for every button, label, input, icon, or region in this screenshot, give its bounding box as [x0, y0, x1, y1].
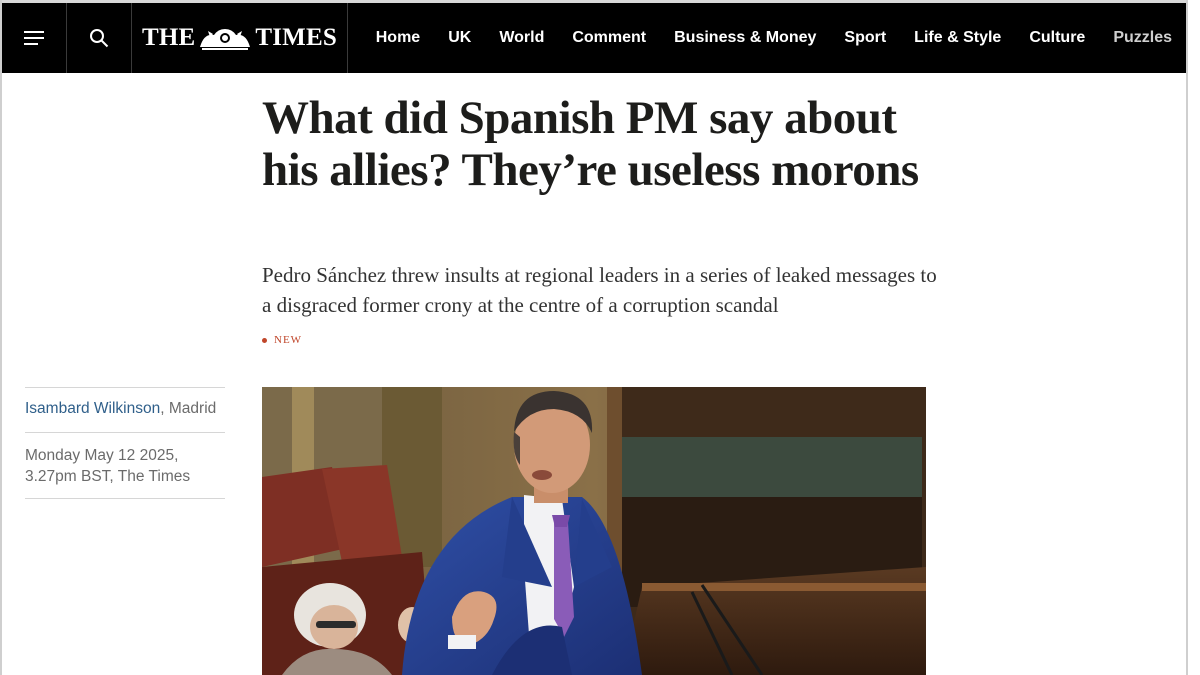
site-header: THE TIMES Home UK World Comment Business…	[2, 3, 1186, 73]
nav-item-business-money[interactable]: Business & Money	[660, 29, 830, 47]
byline: Isambard Wilkinson, Madrid	[25, 400, 216, 418]
logo-text-the: THE	[141, 24, 196, 51]
window-left-edge	[0, 0, 2, 675]
author-link[interactable]: Isambard Wilkinson	[25, 400, 160, 417]
right-gutter	[1188, 0, 1200, 675]
search-icon	[90, 29, 109, 48]
site-logo[interactable]: THE TIMES	[132, 3, 348, 73]
logo-text-times: TIMES	[255, 24, 337, 51]
nav-item-world[interactable]: World	[485, 29, 558, 47]
article-standfirst: Pedro Sánchez threw insults at regional …	[262, 263, 937, 317]
nav-item-culture[interactable]: Culture	[1015, 29, 1099, 47]
byline-location: Madrid	[168, 400, 217, 417]
nav-item-uk[interactable]: UK	[434, 29, 485, 47]
menu-button[interactable]	[2, 3, 68, 73]
menu-icon	[24, 31, 45, 45]
byline-top-divider	[25, 387, 225, 388]
crest-icon	[200, 29, 251, 50]
article-dateline: Monday May 12 2025, 3.27pm BST, The Time…	[25, 447, 191, 485]
nav-item-life-style[interactable]: Life & Style	[900, 29, 1015, 47]
new-badge-label: NEW	[274, 334, 303, 346]
nav-item-home[interactable]: Home	[362, 29, 434, 47]
article-headline: What did Spanish PM say about his allies…	[262, 92, 919, 196]
byline-bottom-divider	[25, 498, 225, 499]
nav-item-comment[interactable]: Comment	[558, 29, 660, 47]
primary-nav: Home UK World Comment Business & Money S…	[348, 3, 1186, 73]
lead-photo-image	[262, 387, 926, 675]
article-lead-photo[interactable]	[262, 387, 926, 675]
new-badge: NEW	[262, 334, 302, 346]
byline-middle-divider	[25, 432, 225, 433]
new-dot-icon	[262, 337, 267, 343]
nav-item-puzzles[interactable]: Puzzles	[1099, 29, 1186, 47]
byline-separator: ,	[160, 400, 169, 417]
nav-item-sport[interactable]: Sport	[830, 29, 900, 47]
search-button[interactable]	[67, 3, 133, 73]
